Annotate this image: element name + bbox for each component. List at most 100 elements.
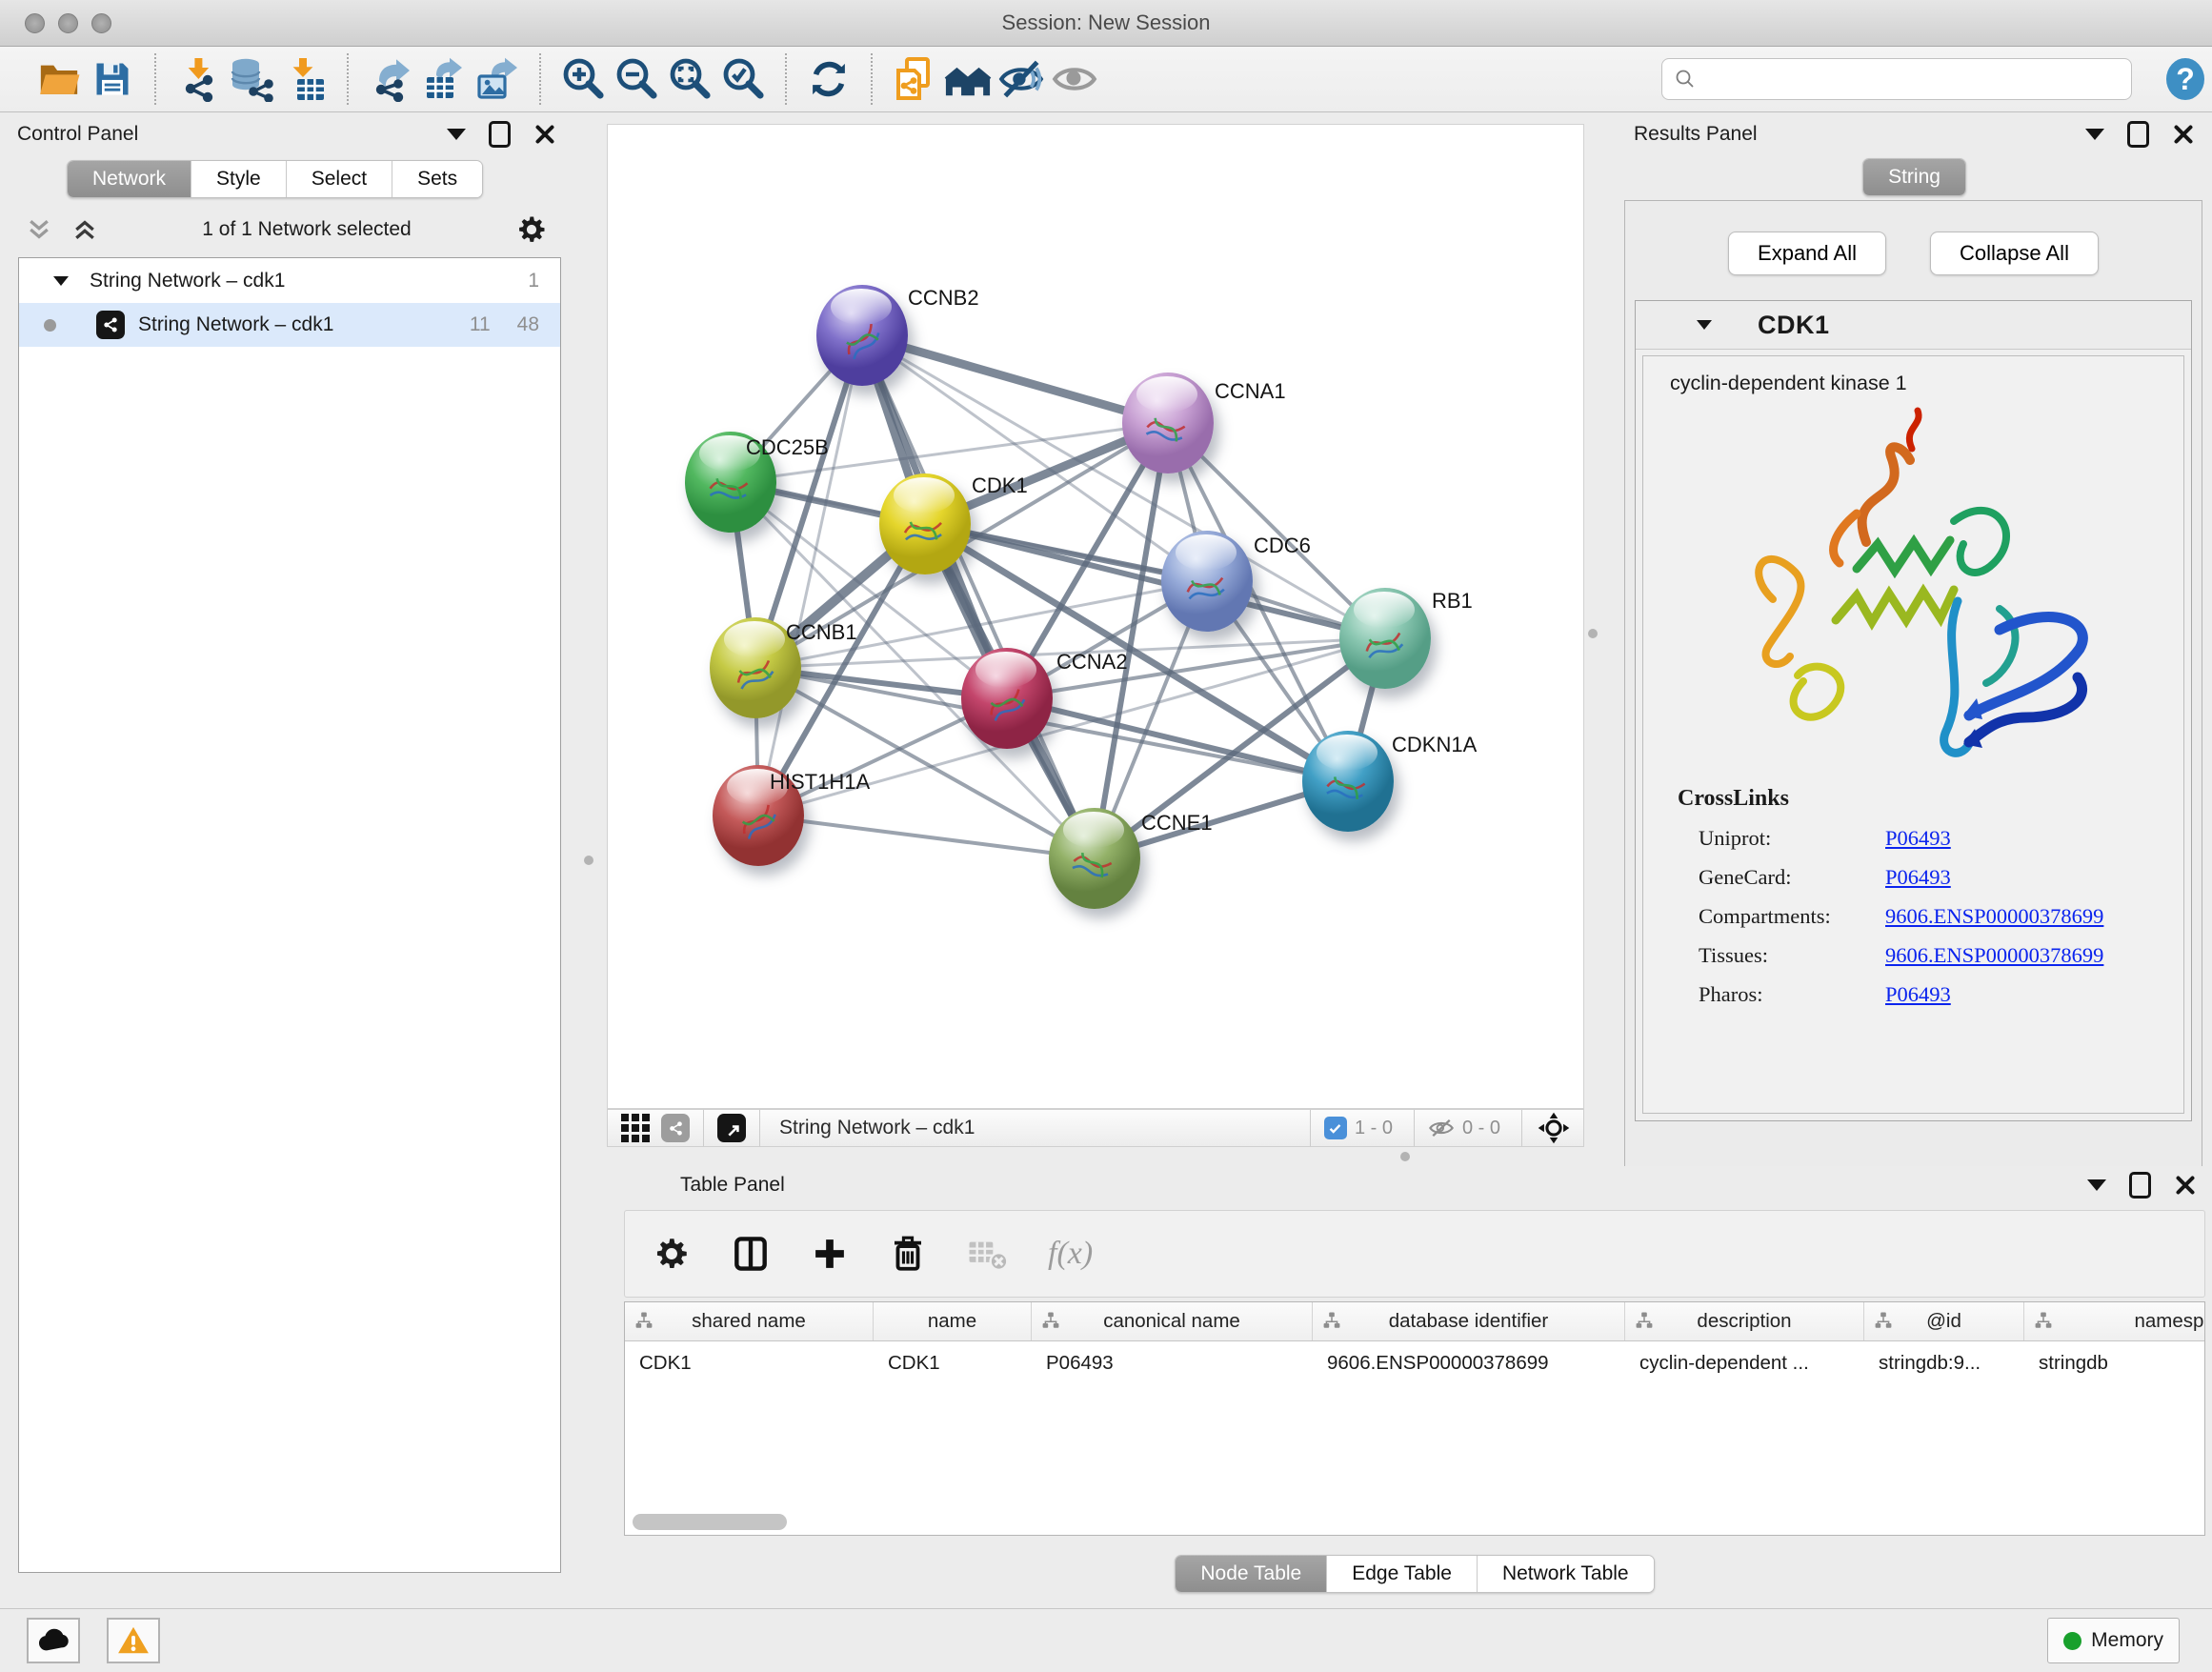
horizontal-splitter-handle[interactable] <box>1400 1152 1410 1161</box>
close-panel-icon[interactable] <box>2174 1174 2197 1197</box>
column-header-description[interactable]: description <box>1625 1302 1864 1340</box>
column-header-database-identifier[interactable]: database identifier <box>1313 1302 1625 1340</box>
network-edge[interactable] <box>862 335 1168 423</box>
show-columns-icon[interactable] <box>730 1233 772 1275</box>
warnings-button[interactable] <box>107 1618 160 1663</box>
network-edge[interactable] <box>758 335 862 816</box>
show-all-button[interactable] <box>1048 52 1101 106</box>
network-node-ccne1[interactable] <box>1049 808 1140 909</box>
close-panel-icon[interactable] <box>2172 123 2195 146</box>
crosslink-link[interactable]: P06493 <box>1885 982 1951 1007</box>
crosslink-link[interactable]: 9606.ENSP00000378699 <box>1885 904 2103 929</box>
open-session-button[interactable] <box>32 52 86 106</box>
vertical-splitter-handle[interactable] <box>584 856 593 865</box>
table-cell[interactable]: CDK1 <box>874 1352 1032 1375</box>
search-input[interactable] <box>1704 68 2120 91</box>
collapse-section-icon[interactable] <box>1697 320 1712 330</box>
collapse-collection-icon[interactable] <box>53 276 69 286</box>
tab-edge-table[interactable]: Edge Table <box>1327 1556 1478 1592</box>
network-node-cdk1[interactable] <box>879 473 971 574</box>
table-row[interactable]: CDK1CDK1P064939606.ENSP00000378699cyclin… <box>625 1341 2205 1385</box>
grid-view-icon[interactable] <box>621 1114 650 1142</box>
collapse-all-icon[interactable] <box>25 215 53 244</box>
panel-menu-icon[interactable] <box>2087 1179 2106 1191</box>
network-node-ccna2[interactable] <box>961 648 1053 749</box>
tab-string[interactable]: String <box>1863 159 1965 195</box>
export-network-button[interactable] <box>364 52 417 106</box>
clone-network-button[interactable] <box>888 52 941 106</box>
network-canvas[interactable]: CCNB2CCNA1CDC25BCDK1CDC6RB1CCNB1CCNA2HIS… <box>607 124 1584 1109</box>
column-header-shared-name[interactable]: shared name <box>625 1302 874 1340</box>
network-node-ccna1[interactable] <box>1122 373 1214 473</box>
fit-content-icon[interactable] <box>1538 1112 1570 1144</box>
column-header-canonical-name[interactable]: canonical name <box>1032 1302 1313 1340</box>
table-cell[interactable]: cyclin-dependent ... <box>1625 1352 1864 1375</box>
selected-checkbox-icon[interactable] <box>1324 1117 1347 1139</box>
tab-node-table[interactable]: Node Table <box>1176 1556 1327 1592</box>
tab-select[interactable]: Select <box>287 161 392 197</box>
tab-network[interactable]: Network <box>68 161 191 197</box>
panel-menu-icon[interactable] <box>2085 129 2104 140</box>
network-row-selected[interactable]: String Network – cdk1 11 48 <box>19 303 560 347</box>
float-panel-icon[interactable] <box>2127 121 2149 148</box>
crosslink-link[interactable]: P06493 <box>1885 865 1951 890</box>
cloud-button[interactable] <box>27 1618 80 1663</box>
protein-section-header[interactable]: CDK1 <box>1636 301 2191 350</box>
float-panel-icon[interactable] <box>2129 1172 2151 1199</box>
crosslink-link[interactable]: P06493 <box>1885 826 1951 851</box>
hidden-eye-icon[interactable] <box>1428 1115 1455 1141</box>
network-node-ccnb2[interactable] <box>816 285 908 386</box>
export-image-button[interactable] <box>471 52 524 106</box>
column-header-namespace[interactable]: namespace <box>2024 1302 2205 1340</box>
detach-view-icon[interactable] <box>717 1114 746 1142</box>
network-node-rb1[interactable] <box>1339 588 1431 689</box>
network-edge[interactable] <box>862 335 1095 858</box>
gear-icon[interactable] <box>514 212 549 247</box>
column-header--id[interactable]: @id <box>1864 1302 2024 1340</box>
close-panel-icon[interactable] <box>533 123 556 146</box>
save-session-button[interactable] <box>86 52 139 106</box>
table-tabs: Node TableEdge TableNetwork Table <box>1175 1555 1654 1593</box>
import-table-button[interactable] <box>278 52 332 106</box>
table-cell[interactable]: 9606.ENSP00000378699 <box>1313 1352 1625 1375</box>
export-table-button[interactable] <box>417 52 471 106</box>
zoom-fit-button[interactable] <box>663 52 716 106</box>
table-cell[interactable]: stringdb <box>2024 1352 2205 1375</box>
zoom-out-button[interactable] <box>610 52 663 106</box>
table-cell[interactable]: CDK1 <box>625 1352 874 1375</box>
help-button[interactable]: ? <box>2159 52 2212 106</box>
table-cell[interactable]: P06493 <box>1032 1352 1313 1375</box>
horizontal-scrollbar-thumb[interactable] <box>633 1514 787 1530</box>
delete-column-icon[interactable] <box>888 1234 928 1274</box>
network-collection-row[interactable]: String Network – cdk1 1 <box>19 258 560 303</box>
column-header-name[interactable]: name <box>874 1302 1032 1340</box>
collapse-all-button[interactable]: Collapse All <box>1930 232 2099 275</box>
panel-menu-icon[interactable] <box>447 129 466 140</box>
tab-network-table[interactable]: Network Table <box>1478 1556 1654 1592</box>
tab-style[interactable]: Style <box>191 161 287 197</box>
import-database-button[interactable] <box>225 52 278 106</box>
import-network-button[interactable] <box>171 52 225 106</box>
results-panel: Results Panel String Expand All Collapse… <box>1617 112 2212 1179</box>
open-folder-icon <box>37 57 81 101</box>
tab-sets[interactable]: Sets <box>392 161 482 197</box>
network-node-cdkn1a[interactable] <box>1302 731 1394 832</box>
zoom-selected-button[interactable] <box>716 52 770 106</box>
crosslink-link[interactable]: 9606.ENSP00000378699 <box>1885 943 2103 968</box>
hide-selected-button[interactable] <box>995 52 1048 106</box>
table-cell[interactable]: stringdb:9... <box>1864 1352 2024 1375</box>
string-home-button[interactable] <box>941 52 995 106</box>
memory-button[interactable]: Memory <box>2047 1618 2180 1663</box>
refresh-button[interactable] <box>802 52 855 106</box>
network-node-cdc6[interactable] <box>1161 531 1253 632</box>
expand-all-button[interactable]: Expand All <box>1728 232 1886 275</box>
table-gear-icon[interactable] <box>652 1234 692 1274</box>
float-panel-icon[interactable] <box>489 121 511 148</box>
vertical-splitter-handle[interactable] <box>1588 629 1598 638</box>
expand-all-icon[interactable] <box>70 215 99 244</box>
zoom-in-button[interactable] <box>556 52 610 106</box>
share-network-icon[interactable] <box>661 1114 690 1142</box>
selected-count: 1 - 0 <box>1355 1118 1393 1139</box>
network-edge[interactable] <box>758 816 1095 858</box>
add-column-icon[interactable] <box>810 1234 850 1274</box>
